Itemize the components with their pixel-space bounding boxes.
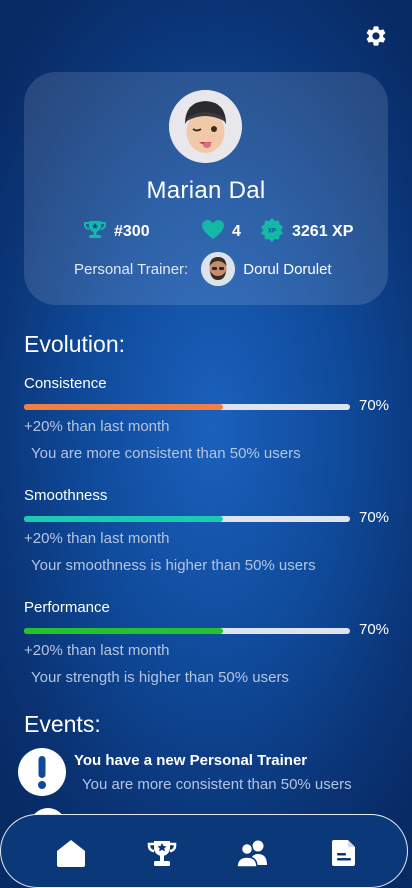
metric-percent: 70% [359, 621, 390, 638]
xp-value: 3261 XP [292, 223, 354, 240]
progress-track [24, 628, 350, 634]
metric-label: Smoothness [24, 487, 108, 504]
trainer-avatar[interactable] [201, 252, 236, 286]
hearts-stat: 4 [202, 219, 260, 245]
progress-track [24, 516, 350, 522]
xp-badge-icon: XP [260, 217, 292, 247]
xp-stat: XP 3261 XP [260, 217, 354, 247]
metric-compare: You are more consistent than 50% users [31, 445, 301, 462]
profile-name: Marian Dal [146, 177, 266, 204]
svg-text:XP: XP [268, 228, 276, 234]
personal-trainer-row: Personal Trainer: Dorul Dorulet [74, 252, 332, 286]
progress-fill [24, 404, 223, 410]
rank-stat: #300 [84, 220, 202, 245]
hearts-value: 4 [232, 223, 241, 240]
rank-value: #300 [114, 223, 150, 240]
metric-percent: 70% [359, 509, 390, 526]
settings-gear-icon[interactable] [364, 24, 388, 48]
trainer-name[interactable]: Dorul Dorulet [243, 261, 331, 278]
profile-stats: #300 4 XP 3261 XP [84, 217, 354, 247]
metric-delta: +20% than last month [24, 418, 170, 435]
metric-label: Consistence [24, 375, 107, 392]
metric-performance: Performance 70% +20% than last month You… [24, 599, 394, 686]
metric-delta: +20% than last month [24, 642, 170, 659]
users-icon[interactable] [236, 837, 268, 869]
metric-label: Performance [24, 599, 110, 616]
bottom-navigation [0, 814, 408, 888]
metric-delta: +20% than last month [24, 530, 170, 547]
metric-smoothness: Smoothness 70% +20% than last month Your… [24, 487, 394, 574]
home-icon[interactable] [55, 837, 87, 869]
trophy-icon[interactable] [146, 837, 178, 869]
events-title: Events: [24, 711, 101, 737]
metric-consistence: Consistence 70% +20% than last month You… [24, 375, 394, 462]
profile-card: Marian Dal #300 4 XP 3261 XP Personal Tr… [24, 72, 388, 305]
event-title: You have a new Personal Trainer [74, 752, 308, 769]
metric-compare: Your strength is higher than 50% users [31, 669, 289, 686]
heart-icon [202, 219, 232, 245]
evolution-title: Evolution: [24, 331, 126, 357]
alert-icon [18, 748, 66, 796]
event-subtitle: You are more consistent than 50% users [82, 776, 352, 793]
progress-fill [24, 516, 223, 522]
document-icon[interactable] [328, 837, 360, 869]
metric-percent: 70% [359, 397, 390, 414]
event-item[interactable]: You have a new Personal Trainer You are … [18, 748, 408, 798]
metric-compare: Your smoothness is higher than 50% users [31, 557, 316, 574]
progress-track [24, 404, 350, 410]
trophy-icon [84, 220, 114, 245]
trainer-label: Personal Trainer: [74, 260, 189, 278]
progress-fill [24, 628, 223, 634]
avatar[interactable] [169, 90, 242, 163]
